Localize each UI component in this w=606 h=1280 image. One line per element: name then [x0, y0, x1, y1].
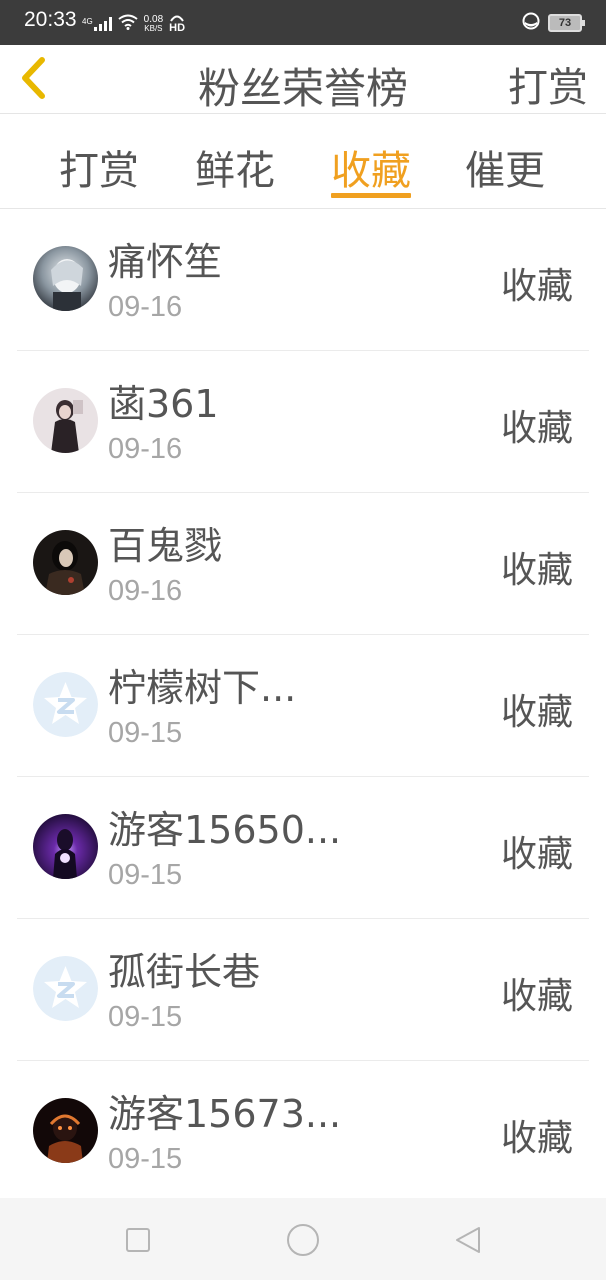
header-bar: 粉丝荣誉榜 打赏 — [0, 45, 606, 114]
reward-button[interactable]: 打赏 — [508, 55, 588, 113]
list-item[interactable]: 游客15673... 09-15 收藏 — [17, 1061, 589, 1203]
list-item[interactable]: 柠檬树下... 09-15 收藏 — [17, 635, 589, 777]
fan-name: 柠檬树下... — [108, 666, 297, 710]
fan-name: 百鬼戮 — [108, 524, 223, 568]
network-type: 4G — [82, 17, 93, 26]
wifi-icon — [118, 14, 138, 34]
status-icons: 4G 0.08 KB/S HD — [82, 14, 185, 34]
recent-apps-icon — [126, 1228, 150, 1252]
tab-reward[interactable]: 打赏 — [44, 138, 154, 202]
hd-call-icon: HD — [169, 15, 185, 34]
active-tab-indicator — [331, 193, 411, 198]
battery-indicator: 73 — [548, 14, 585, 32]
status-bar: 20:33 4G 0.08 KB/S HD 73 — [0, 0, 606, 45]
home-icon — [287, 1224, 319, 1256]
tab-urge-update[interactable]: 催更 — [450, 138, 560, 202]
status-time: 20:33 — [24, 8, 77, 31]
tab-flowers[interactable]: 鲜花 — [180, 138, 290, 202]
fan-action: 收藏 — [500, 1118, 573, 1159]
avatar[interactable] — [33, 246, 98, 311]
home-button[interactable] — [283, 1220, 323, 1260]
list-item[interactable]: 孤街长巷 09-15 收藏 — [17, 919, 589, 1061]
fan-list: 痛怀笙 09-16 收藏 菡361 09-16 收藏 百鬼戮 09-16 收藏 … — [0, 209, 606, 1203]
avatar[interactable] — [33, 814, 98, 879]
fan-date: 09-15 — [108, 859, 183, 891]
list-item[interactable]: 菡361 09-16 收藏 — [17, 351, 589, 493]
fan-action: 收藏 — [500, 976, 573, 1017]
default-star-avatar-icon[interactable] — [33, 956, 98, 1021]
fan-name: 痛怀笙 — [108, 240, 223, 284]
system-back-button[interactable] — [448, 1220, 488, 1260]
list-item[interactable]: 百鬼戮 09-16 收藏 — [17, 493, 589, 635]
default-star-avatar-icon[interactable] — [33, 672, 98, 737]
fan-action: 收藏 — [500, 834, 573, 875]
fan-date: 09-16 — [108, 575, 183, 607]
list-item[interactable]: 痛怀笙 09-16 收藏 — [17, 209, 589, 351]
list-item[interactable]: 游客15650... 09-15 收藏 — [17, 777, 589, 919]
tab-favorites[interactable]: 收藏 — [316, 138, 426, 202]
fan-action: 收藏 — [500, 408, 573, 449]
fan-date: 09-15 — [108, 1001, 183, 1033]
system-nav-bar — [0, 1198, 606, 1280]
fan-date: 09-15 — [108, 717, 183, 749]
fan-date: 09-16 — [108, 291, 183, 323]
fan-date: 09-16 — [108, 433, 183, 465]
signal-icon: 4G — [82, 17, 112, 31]
fan-name: 孤街长巷 — [108, 950, 261, 994]
data-saver-icon — [522, 12, 540, 34]
fan-action: 收藏 — [500, 550, 573, 591]
fan-name: 菡361 — [108, 382, 219, 426]
fan-date: 09-15 — [108, 1143, 183, 1175]
avatar[interactable] — [33, 530, 98, 595]
fan-action: 收藏 — [500, 692, 573, 733]
fan-action: 收藏 — [500, 266, 573, 307]
fan-name: 游客15650... — [108, 808, 342, 852]
recent-apps-button[interactable] — [118, 1220, 158, 1260]
back-icon — [456, 1227, 480, 1253]
avatar[interactable] — [33, 1098, 98, 1163]
fan-name: 游客15673... — [108, 1092, 342, 1136]
network-speed: 0.08 KB/S — [143, 14, 164, 34]
tab-bar: 打赏 鲜花 收藏 催更 — [0, 114, 606, 209]
avatar[interactable] — [33, 388, 98, 453]
